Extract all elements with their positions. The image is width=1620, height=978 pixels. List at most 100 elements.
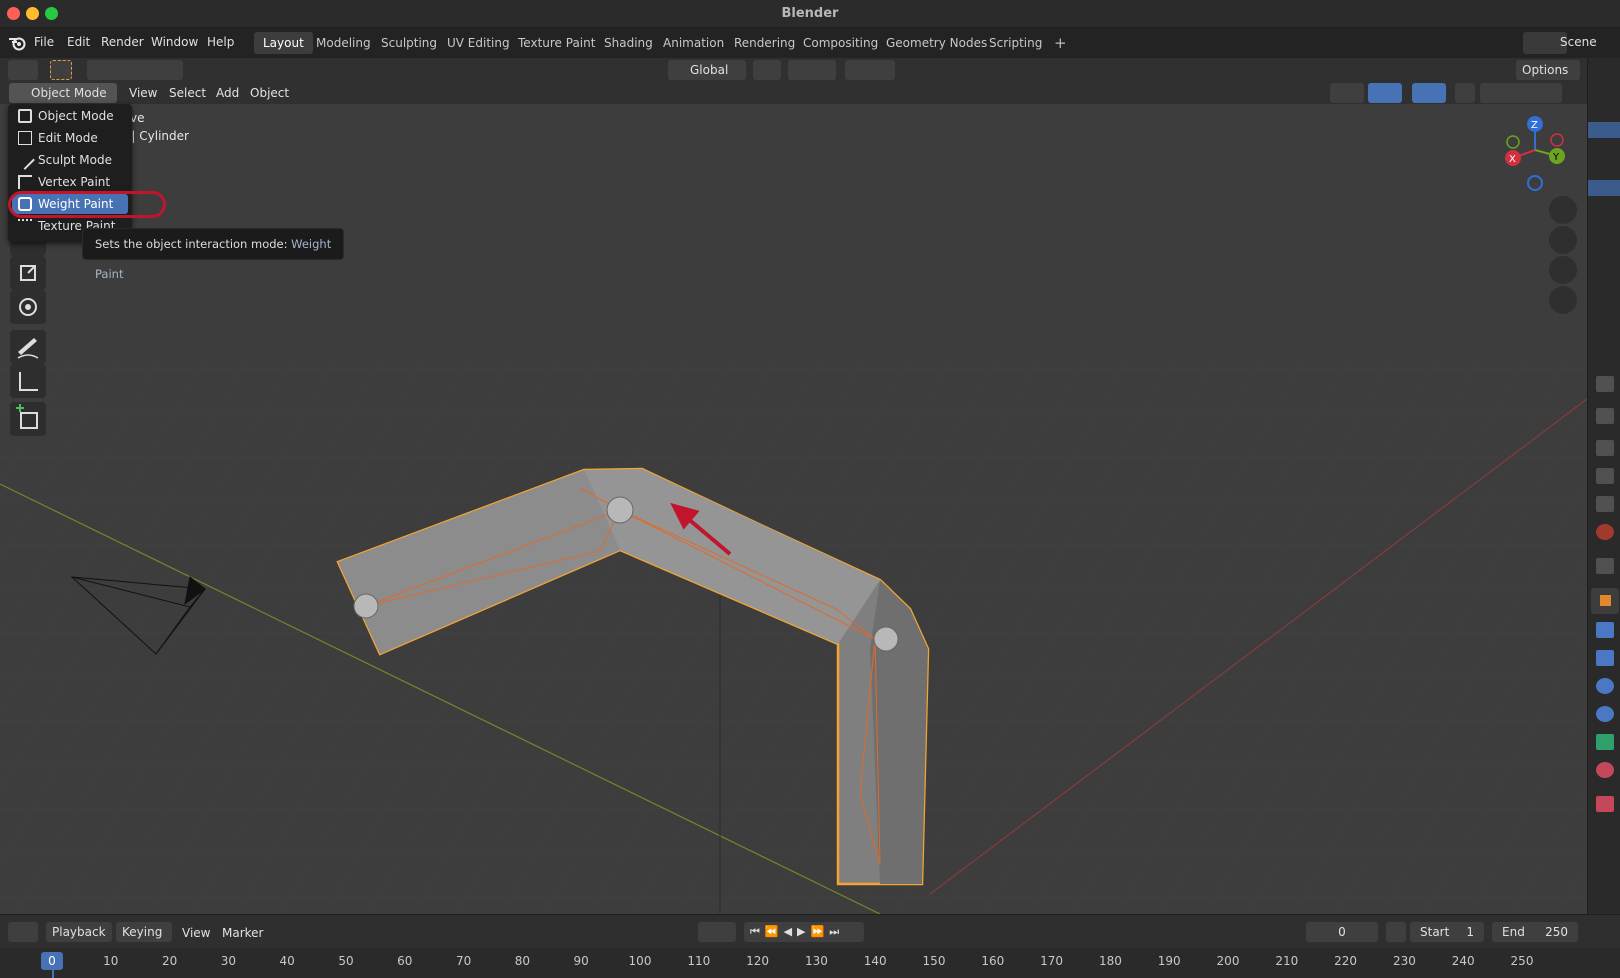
keying-dropdown[interactable]: Keying (116, 922, 172, 942)
add-cube-tool-icon[interactable] (10, 402, 46, 436)
render-properties-icon[interactable] (1596, 408, 1614, 424)
viewport-scene (0, 354, 1587, 914)
modifier-properties-icon[interactable] (1596, 622, 1614, 638)
record-button-icon[interactable] (698, 922, 736, 942)
menu-item-edit-mode[interactable]: Edit Mode (12, 128, 128, 148)
object-mode-dropdown[interactable]: Object Mode (9, 83, 117, 103)
scene-properties-icon[interactable] (1596, 496, 1614, 512)
playback-controls-icons[interactable]: ⏮⏪◀▶⏩⏭ (744, 922, 864, 942)
world-properties-icon[interactable] (1596, 524, 1614, 540)
playhead-line (52, 970, 54, 978)
ruler-tick-label: 220 (1334, 954, 1358, 968)
pan-hand-icon[interactable] (1549, 226, 1577, 254)
svg-text:Y: Y (1552, 152, 1560, 163)
visibility-icon[interactable] (1330, 83, 1364, 103)
ruler-tick-label: 120 (746, 954, 770, 968)
view-layer-properties-icon[interactable] (1596, 468, 1614, 484)
ruler-tick-label: 110 (687, 954, 711, 968)
constraints-properties-icon[interactable] (1596, 706, 1614, 722)
svg-text:Z: Z (1531, 120, 1538, 131)
measure-tool-icon[interactable] (10, 364, 46, 398)
playback-dropdown[interactable]: Playback (46, 922, 112, 942)
object-properties-icon[interactable] (1591, 588, 1619, 614)
navigation-gizmo[interactable]: Z Y X (1495, 112, 1565, 194)
perspective-toggle-icon[interactable] (1549, 286, 1577, 314)
options-dropdown[interactable]: Options (1516, 60, 1580, 80)
playhead-frame-indicator[interactable]: 0 (41, 952, 63, 970)
proportional-edit-icon[interactable] (845, 60, 895, 80)
scale-tool-icon[interactable] (10, 256, 46, 290)
tab-scripting[interactable]: Scripting (980, 32, 1051, 54)
end-frame-field[interactable]: End 250 (1492, 922, 1578, 942)
select-tool-icon[interactable] (50, 60, 72, 80)
outliner-selected-row[interactable] (1588, 122, 1620, 138)
start-frame-field[interactable]: Start 1 (1410, 922, 1484, 942)
menu-file[interactable]: File (34, 35, 54, 49)
outliner-selected-row[interactable] (1588, 180, 1620, 196)
ruler-tick-label: 160 (981, 954, 1005, 968)
tab-animation[interactable]: Animation (654, 32, 733, 54)
timeline-menu-view[interactable]: View (178, 925, 214, 941)
menu-item-vertex-paint[interactable]: Vertex Paint (12, 172, 128, 192)
snap-icon[interactable] (788, 60, 836, 80)
viewport-menu-view[interactable]: View (125, 85, 161, 101)
data-properties-icon[interactable] (1596, 734, 1614, 750)
top-menu-bar: File Edit Render Window Help Layout Mode… (0, 28, 1620, 58)
texture-paint-icon (18, 219, 32, 233)
tab-modeling[interactable]: Modeling (307, 32, 380, 54)
tool-properties-icon[interactable] (1596, 376, 1614, 392)
ruler-tick-label: 150 (922, 954, 946, 968)
menu-edit[interactable]: Edit (67, 35, 90, 49)
mode-tooltip: Sets the object interaction mode: Weight… (82, 228, 344, 281)
material-properties-icon[interactable] (1596, 762, 1614, 778)
tab-shading[interactable]: Shading (595, 32, 662, 54)
output-properties-icon[interactable] (1596, 440, 1614, 456)
particles-properties-icon[interactable] (1596, 650, 1614, 666)
timeline-editor-type-icon[interactable] (8, 922, 38, 942)
ruler-tick-label: 240 (1451, 954, 1475, 968)
physics-properties-icon[interactable] (1596, 678, 1614, 694)
menu-render[interactable]: Render (101, 35, 144, 49)
timeline-menu-marker[interactable]: Marker (218, 925, 267, 941)
transform-orientation-dropdown[interactable]: Global (668, 60, 746, 80)
menu-item-sculpt-mode[interactable]: Sculpt Mode (12, 150, 128, 170)
collection-properties-icon[interactable] (1596, 558, 1614, 574)
preview-range-icon[interactable] (1386, 922, 1406, 942)
editor-type-icon[interactable] (8, 60, 38, 80)
menu-item-object-mode[interactable]: Object Mode (12, 106, 128, 126)
pivot-point-icon[interactable] (753, 60, 781, 80)
menu-help[interactable]: Help (207, 35, 234, 49)
zoom-icon[interactable] (1549, 196, 1577, 224)
ruler-tick-label: 230 (1392, 954, 1416, 968)
tab-rendering[interactable]: Rendering (725, 32, 804, 54)
scene-name[interactable]: Scene (1560, 35, 1597, 49)
viewport-menu-object[interactable]: Object (246, 85, 293, 101)
viewport-menu-add[interactable]: Add (212, 85, 243, 101)
ruler-tick-label: 200 (1216, 954, 1240, 968)
blender-logo-icon[interactable] (8, 35, 26, 51)
overlay-toggle-icon[interactable] (1412, 83, 1446, 103)
tab-uv-editing[interactable]: UV Editing (438, 32, 519, 54)
tab-texture-paint[interactable]: Texture Paint (509, 32, 604, 54)
add-workspace-button[interactable]: + (1045, 32, 1076, 54)
shading-mode-icons[interactable] (1480, 83, 1562, 103)
current-frame-field[interactable]: 0 (1306, 922, 1378, 942)
viewport-menu-select[interactable]: Select (165, 85, 210, 101)
xray-icon[interactable] (1455, 83, 1475, 103)
tooltip-text: Sets the object interaction mode: (95, 237, 288, 251)
selection-mode-icons[interactable] (87, 60, 183, 80)
tab-geometry-nodes[interactable]: Geometry Nodes (877, 32, 996, 54)
gizmo-toggle-icon[interactable] (1368, 83, 1402, 103)
annotate-tool-icon[interactable] (10, 330, 46, 364)
tab-sculpting[interactable]: Sculpting (372, 32, 446, 54)
transform-tool-icon[interactable] (10, 290, 46, 324)
texture-properties-icon[interactable] (1596, 796, 1614, 812)
menu-window[interactable]: Window (151, 35, 198, 49)
3d-viewport[interactable]: ective n | Cylinder Z Y X (0, 104, 1587, 914)
ruler-tick-label: 170 (1040, 954, 1064, 968)
camera-view-icon[interactable] (1549, 256, 1577, 284)
tab-compositing[interactable]: Compositing (794, 32, 887, 54)
timeline-ruler[interactable]: 0 10 20 30 40 50 60 70 80 90 100 110 120 130 140 150 16… (0, 948, 1620, 978)
tab-layout[interactable]: Layout (254, 32, 313, 54)
ruler-tick-label: 20 (161, 954, 178, 968)
